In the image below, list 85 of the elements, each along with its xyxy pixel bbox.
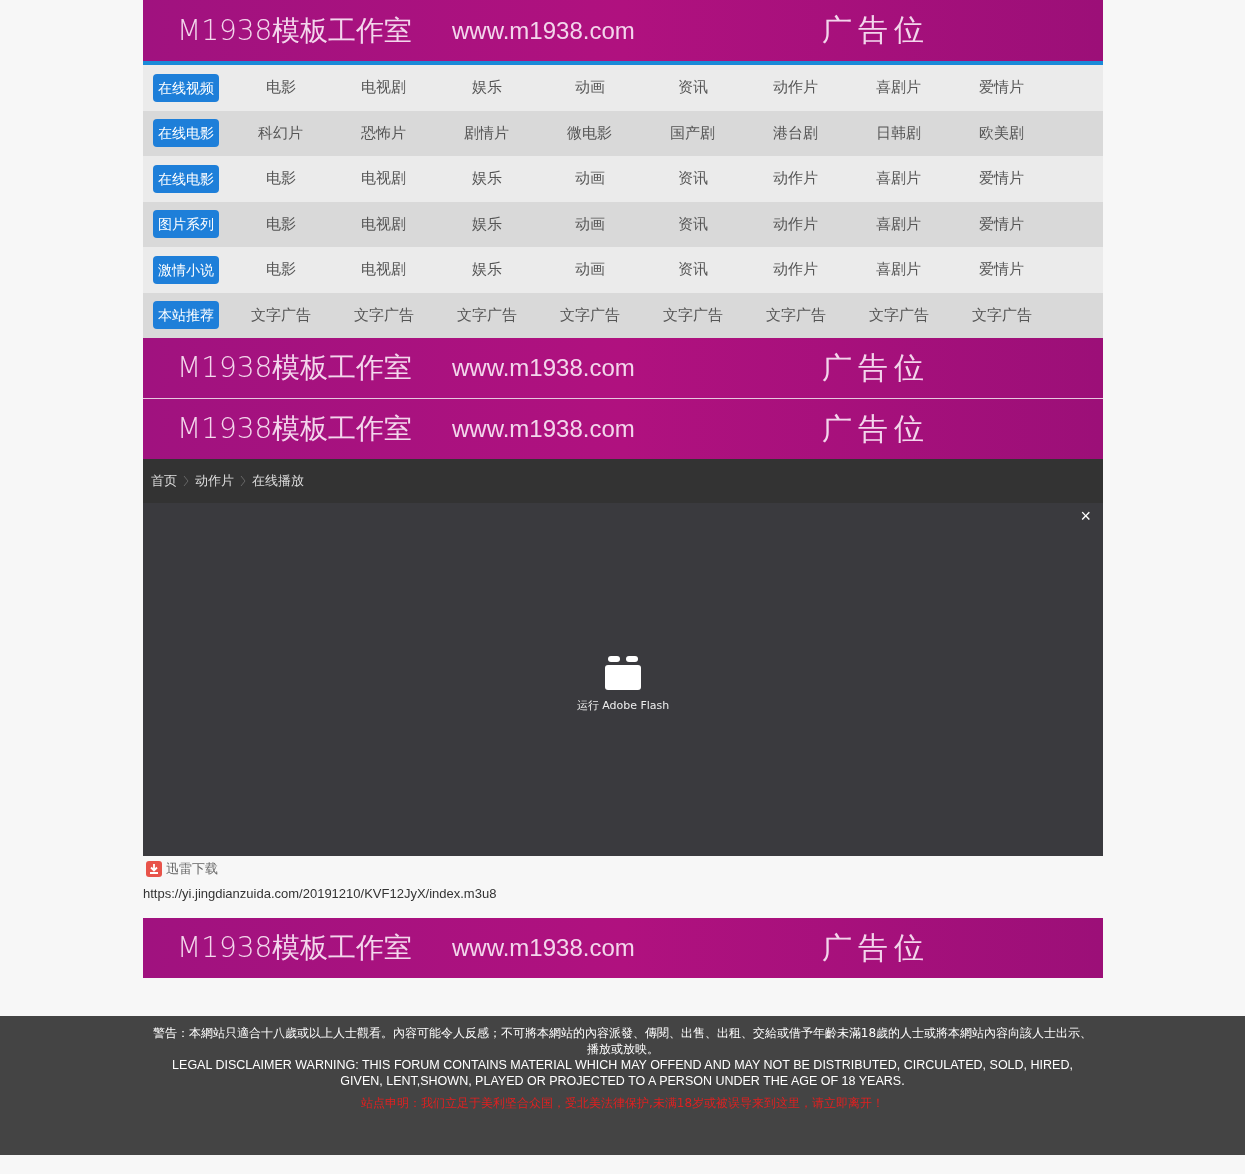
nav-link[interactable]: 动作片 (744, 169, 847, 189)
category-label[interactable]: 本站推荐 (153, 301, 219, 330)
nav-link[interactable]: 电影 (229, 78, 332, 98)
banner-brand: M1938模板工作室 (177, 411, 414, 447)
ad-banner[interactable]: M1938模板工作室 www.m1938.com 广告位 (143, 338, 1103, 398)
nav-link[interactable]: 恐怖片 (332, 123, 435, 143)
run-flash-prompt[interactable]: 运行 Adobe Flash (576, 698, 670, 713)
nav-link[interactable]: 电视剧 (332, 78, 435, 98)
video-player[interactable]: × 运行 Adobe Flash (143, 503, 1103, 856)
category-label[interactable]: 在线电影 (153, 164, 219, 193)
chevron-icon (183, 475, 189, 487)
breadcrumb-link[interactable]: 在线播放 (252, 472, 304, 490)
close-button[interactable]: × (1074, 505, 1097, 528)
banner-ad-text: 广告位 (822, 409, 930, 448)
nav-link[interactable]: 娱乐 (435, 169, 538, 189)
nav-link[interactable]: 动作片 (744, 260, 847, 280)
nav-link[interactable]: 文字广告 (744, 305, 847, 325)
nav-link[interactable]: 喜剧片 (847, 260, 950, 280)
nav-link[interactable]: 爱情片 (950, 169, 1053, 189)
category-label[interactable]: 图片系列 (153, 210, 219, 239)
plugin-icon (605, 656, 641, 690)
category-label[interactable]: 在线电影 (153, 119, 219, 148)
nav-link[interactable]: 国产剧 (641, 123, 744, 143)
nav-link[interactable]: 文字广告 (950, 305, 1053, 325)
nav-link[interactable]: 文字广告 (229, 305, 332, 325)
nav-link[interactable]: 动画 (538, 78, 641, 98)
banner-url: www.m1938.com (452, 415, 636, 443)
nav-link[interactable]: 资讯 (641, 78, 744, 98)
nav-link[interactable]: 电影 (229, 214, 332, 234)
nav-link[interactable]: 电视剧 (332, 214, 435, 234)
breadcrumb-link[interactable]: 首页 (151, 472, 177, 490)
banner-brand: M1938模板工作室 (177, 930, 414, 966)
nav-link[interactable]: 文字广告 (332, 305, 435, 325)
banner-url: www.m1938.com (452, 934, 636, 962)
nav-link[interactable]: 科幻片 (229, 123, 332, 143)
nav-link[interactable]: 爱情片 (950, 214, 1053, 234)
nav-link[interactable]: 剧情片 (435, 123, 538, 143)
nav-link[interactable]: 动画 (538, 214, 641, 234)
breadcrumb-link[interactable]: 动作片 (195, 472, 234, 490)
nav-link[interactable]: 港台剧 (744, 123, 847, 143)
chevron-icon (240, 475, 246, 487)
nav-link[interactable]: 爱情片 (950, 260, 1053, 280)
nav-link[interactable]: 电视剧 (332, 169, 435, 189)
ad-banner[interactable]: M1938模板工作室 www.m1938.com 广告位 (143, 918, 1103, 978)
banner-ad-text: 广告位 (822, 928, 930, 967)
warning-text: 警告：本網站只適合十八歲或以上人士觀看。內容可能令人反感；不可將本網站的內容派發、傳閱、出售、出租、交給或借予年齡未滿18歲的人士或將本網站內容向該人士出示、播放或放映。 (151, 1025, 1094, 1057)
nav-link[interactable]: 文字广告 (641, 305, 744, 325)
nav-link[interactable]: 资讯 (641, 214, 744, 234)
banner-ad-text: 广告位 (822, 11, 930, 49)
nav-link[interactable]: 电影 (229, 260, 332, 280)
nav-link[interactable]: 动画 (538, 169, 641, 189)
nav-link[interactable]: 资讯 (641, 169, 744, 189)
banner-url: www.m1938.com (452, 16, 636, 45)
nav-link[interactable]: 动画 (538, 260, 641, 280)
nav-link[interactable]: 电视剧 (332, 260, 435, 280)
banner-ad-text: 广告位 (822, 348, 930, 387)
download-icon (146, 861, 162, 877)
nav-link[interactable]: 娱乐 (435, 214, 538, 234)
nav-link[interactable]: 娱乐 (435, 78, 538, 98)
nav-link[interactable]: 欧美剧 (950, 123, 1053, 143)
nav-link[interactable]: 喜剧片 (847, 78, 950, 98)
video-url: https://yi.jingdianzuida.com/20191210/KVF12JyX/index.m3u8 (143, 886, 498, 901)
nav-link[interactable]: 动作片 (744, 214, 847, 234)
ad-banner[interactable]: M1938模板工作室 www.m1938.com 广告位 (143, 0, 1103, 65)
banner-brand: M1938模板工作室 (177, 350, 414, 386)
nav-link[interactable]: 日韩剧 (847, 123, 950, 143)
nav-link[interactable]: 动作片 (744, 78, 847, 98)
banner-url: www.m1938.com (452, 354, 636, 382)
nav-link[interactable]: 喜剧片 (847, 169, 950, 189)
download-link[interactable]: 迅雷下载 (166, 860, 218, 878)
nav-link[interactable]: 文字广告 (847, 305, 950, 325)
nav-link[interactable]: 爱情片 (950, 78, 1053, 98)
ad-banner[interactable]: M1938模板工作室 www.m1938.com 广告位 (143, 398, 1103, 459)
nav-link[interactable]: 文字广告 (435, 305, 538, 325)
nav-link[interactable]: 资讯 (641, 260, 744, 280)
category-label[interactable]: 在线视频 (153, 73, 219, 102)
nav-link[interactable]: 娱乐 (435, 260, 538, 280)
site-notice: 站点申明：我们立足于美利坚合众国，受北美法律保护,未满18岁或被误导来到这里，请立即离开！ (359, 1095, 886, 1112)
disclaimer-text: LEGAL DISCLAIMER WARNING: THIS FORUM CONTAINS MATERIAL WHICH MAY OFFEND AND MAY NOT BE DISTRIBUTED, CIRCULATED, SOLD, HIRED, GIVEN, LENT,SHOWN, PLAYED OR PROJECTED TO A PERSON UNDER THE AGE OF 18 YEARS. (171, 1057, 1074, 1089)
nav-link[interactable]: 微电影 (538, 123, 641, 143)
category-label[interactable]: 激情小说 (153, 255, 219, 284)
nav-link[interactable]: 文字广告 (538, 305, 641, 325)
banner-brand: M1938模板工作室 (177, 12, 414, 49)
nav-link[interactable]: 喜剧片 (847, 214, 950, 234)
nav-link[interactable]: 电影 (229, 169, 332, 189)
